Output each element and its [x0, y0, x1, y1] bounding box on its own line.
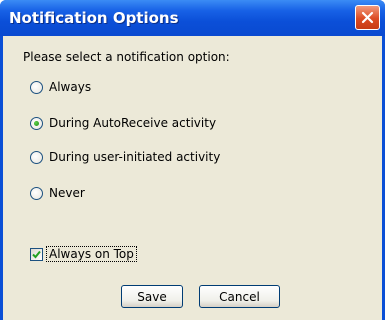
option-label: Always [49, 80, 92, 94]
always-on-top-label: Always on Top [46, 246, 137, 262]
radio-button[interactable] [30, 151, 43, 164]
option-label: During user-initiated activity [49, 150, 221, 164]
notification-options-dialog: Notification Options Please select a not… [0, 0, 385, 320]
dialog-body: Please select a notification option: Alw… [3, 36, 382, 320]
title-bar[interactable]: Notification Options [0, 0, 385, 36]
radio-button[interactable] [30, 187, 43, 200]
radio-button[interactable] [30, 81, 43, 94]
option-label: During AutoReceive activity [49, 116, 217, 130]
close-button[interactable] [355, 5, 380, 30]
checkmark-icon [32, 250, 41, 259]
option-label: Never [49, 186, 85, 200]
cancel-button[interactable]: Cancel [199, 285, 280, 308]
radio-selected-dot [34, 121, 39, 126]
save-button[interactable]: Save [121, 285, 183, 308]
always-on-top-checkbox[interactable] [30, 248, 43, 261]
dialog-title: Notification Options [9, 9, 179, 27]
prompt-label: Please select a notification option: [23, 50, 230, 64]
close-icon [361, 11, 374, 24]
radio-button-selected[interactable] [30, 117, 43, 130]
